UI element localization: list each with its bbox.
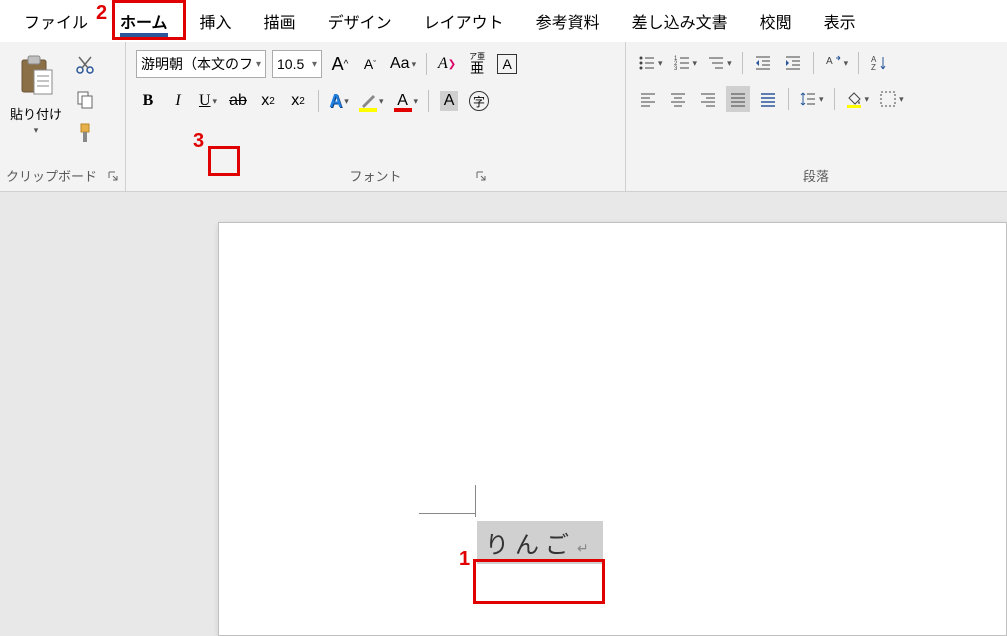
- chevron-down-icon: ▾: [34, 125, 39, 136]
- text-effects-button[interactable]: A ▾: [327, 88, 351, 114]
- bullets-button[interactable]: ▾: [636, 50, 665, 76]
- distribute-button[interactable]: [756, 86, 780, 112]
- paste-button[interactable]: 貼り付け ▾: [6, 46, 66, 140]
- chevron-down-icon: ▾: [213, 96, 218, 107]
- grow-font-button[interactable]: A^: [328, 51, 352, 77]
- font-color-button[interactable]: A ▾: [392, 88, 421, 114]
- align-left-icon: [639, 90, 657, 108]
- ribbon-tabs: ファイル ホーム 挿入 描画 デザイン レイアウト 参考資料 差し込み文書 校閲…: [0, 0, 1007, 42]
- sort-button[interactable]: AZ: [867, 50, 891, 76]
- align-center-icon: [669, 90, 687, 108]
- numbering-icon: 123: [673, 54, 691, 72]
- superscript-button[interactable]: x2: [286, 88, 310, 114]
- underline-button[interactable]: U ▾: [196, 88, 220, 114]
- font-name-combo[interactable]: 游明朝（本文のフ ▾: [136, 50, 266, 78]
- paste-icon: [12, 50, 60, 102]
- outdent-icon: [754, 54, 772, 72]
- char-border-button[interactable]: A: [495, 51, 519, 77]
- decrease-indent-button[interactable]: [751, 50, 775, 76]
- borders-icon: [879, 90, 897, 108]
- cut-button[interactable]: [72, 52, 98, 78]
- svg-text:A: A: [826, 56, 833, 67]
- tab-references[interactable]: 参考資料: [520, 1, 616, 41]
- sort-icon: AZ: [870, 54, 888, 72]
- align-left-button[interactable]: [636, 86, 660, 112]
- bold-button[interactable]: B: [136, 88, 160, 114]
- group-label-clipboard: クリップボード: [6, 166, 97, 185]
- chevron-down-icon: ▾: [256, 59, 261, 70]
- scissors-icon: [75, 55, 95, 75]
- italic-button[interactable]: I: [166, 88, 190, 114]
- tab-home[interactable]: ホーム: [104, 1, 184, 41]
- change-case-button[interactable]: Aa▾: [388, 51, 418, 77]
- document-area: りんご↵: [0, 192, 1007, 636]
- tab-layout[interactable]: レイアウト: [408, 1, 520, 41]
- subscript-button[interactable]: x2: [256, 88, 280, 114]
- shrink-font-button[interactable]: Aˇ: [358, 51, 382, 77]
- char-shading-button[interactable]: A: [437, 88, 461, 114]
- font-size-combo[interactable]: 10.5 ▾: [272, 50, 322, 78]
- align-right-button[interactable]: [696, 86, 720, 112]
- copy-button[interactable]: [72, 86, 98, 112]
- distribute-icon: [759, 90, 777, 108]
- chevron-down-icon: ▾: [344, 96, 349, 107]
- copy-icon: [75, 89, 95, 109]
- paragraph-mark-icon: ↵: [577, 542, 589, 557]
- text-direction-icon: A: [824, 54, 842, 72]
- group-label-font: フォント: [349, 166, 401, 185]
- indent-icon: [784, 54, 802, 72]
- chevron-down-icon: ▾: [312, 59, 317, 70]
- svg-text:3: 3: [674, 66, 678, 72]
- shading-button[interactable]: ▾: [843, 86, 872, 112]
- chevron-down-icon: ▾: [414, 96, 419, 107]
- tab-file[interactable]: ファイル: [8, 1, 104, 41]
- borders-button[interactable]: ▾: [877, 86, 906, 112]
- font-name-value: 游明朝（本文のフ: [141, 54, 253, 74]
- paste-label: 貼り付け: [10, 104, 62, 123]
- justify-icon: [729, 90, 747, 108]
- clear-format-button[interactable]: A❯: [435, 51, 459, 77]
- group-label-paragraph: 段落: [803, 166, 829, 185]
- multilevel-icon: [707, 54, 725, 72]
- enclose-char-button[interactable]: 字: [467, 88, 491, 114]
- ribbon: 貼り付け ▾: [0, 42, 1007, 192]
- line-spacing-icon: [799, 90, 817, 108]
- group-clipboard: 貼り付け ▾: [0, 42, 126, 191]
- phonetic-guide-button[interactable]: ア亜 亜: [465, 51, 489, 77]
- bucket-icon: [845, 90, 863, 108]
- align-right-icon: [699, 90, 717, 108]
- dialog-launcher-icon[interactable]: [475, 170, 487, 182]
- brush-icon: [75, 122, 95, 144]
- tab-mailings[interactable]: 差し込み文書: [616, 1, 744, 41]
- increase-indent-button[interactable]: [781, 50, 805, 76]
- group-paragraph: ▾ 123 ▾ ▾: [626, 42, 1006, 191]
- tab-view[interactable]: 表示: [808, 1, 872, 41]
- bullets-icon: [638, 54, 656, 72]
- justify-button[interactable]: [726, 86, 750, 112]
- page[interactable]: りんご↵: [218, 222, 1007, 636]
- svg-text:Z: Z: [871, 63, 876, 72]
- tab-insert[interactable]: 挿入: [184, 1, 248, 41]
- tab-draw[interactable]: 描画: [248, 1, 312, 41]
- selected-text[interactable]: りんご↵: [477, 521, 603, 564]
- line-spacing-button[interactable]: ▾: [797, 86, 826, 112]
- numbering-button[interactable]: 123 ▾: [671, 50, 700, 76]
- font-size-value: 10.5: [277, 56, 304, 72]
- chevron-down-icon: ▾: [379, 96, 384, 107]
- cursor-indicator: [475, 485, 476, 517]
- margin-indicator: [419, 513, 475, 514]
- highlight-button[interactable]: ▾: [357, 88, 386, 114]
- strikethrough-button[interactable]: ab: [226, 88, 250, 114]
- dialog-launcher-icon[interactable]: [107, 170, 119, 182]
- tab-design[interactable]: デザイン: [312, 1, 408, 41]
- format-painter-button[interactable]: [72, 120, 98, 146]
- multilevel-list-button[interactable]: ▾: [705, 50, 734, 76]
- group-font: 游明朝（本文のフ ▾ 10.5 ▾ A^ Aˇ Aa▾: [126, 42, 626, 191]
- text-direction-button[interactable]: A ▾: [822, 50, 851, 76]
- align-center-button[interactable]: [666, 86, 690, 112]
- tab-review[interactable]: 校閲: [744, 1, 808, 41]
